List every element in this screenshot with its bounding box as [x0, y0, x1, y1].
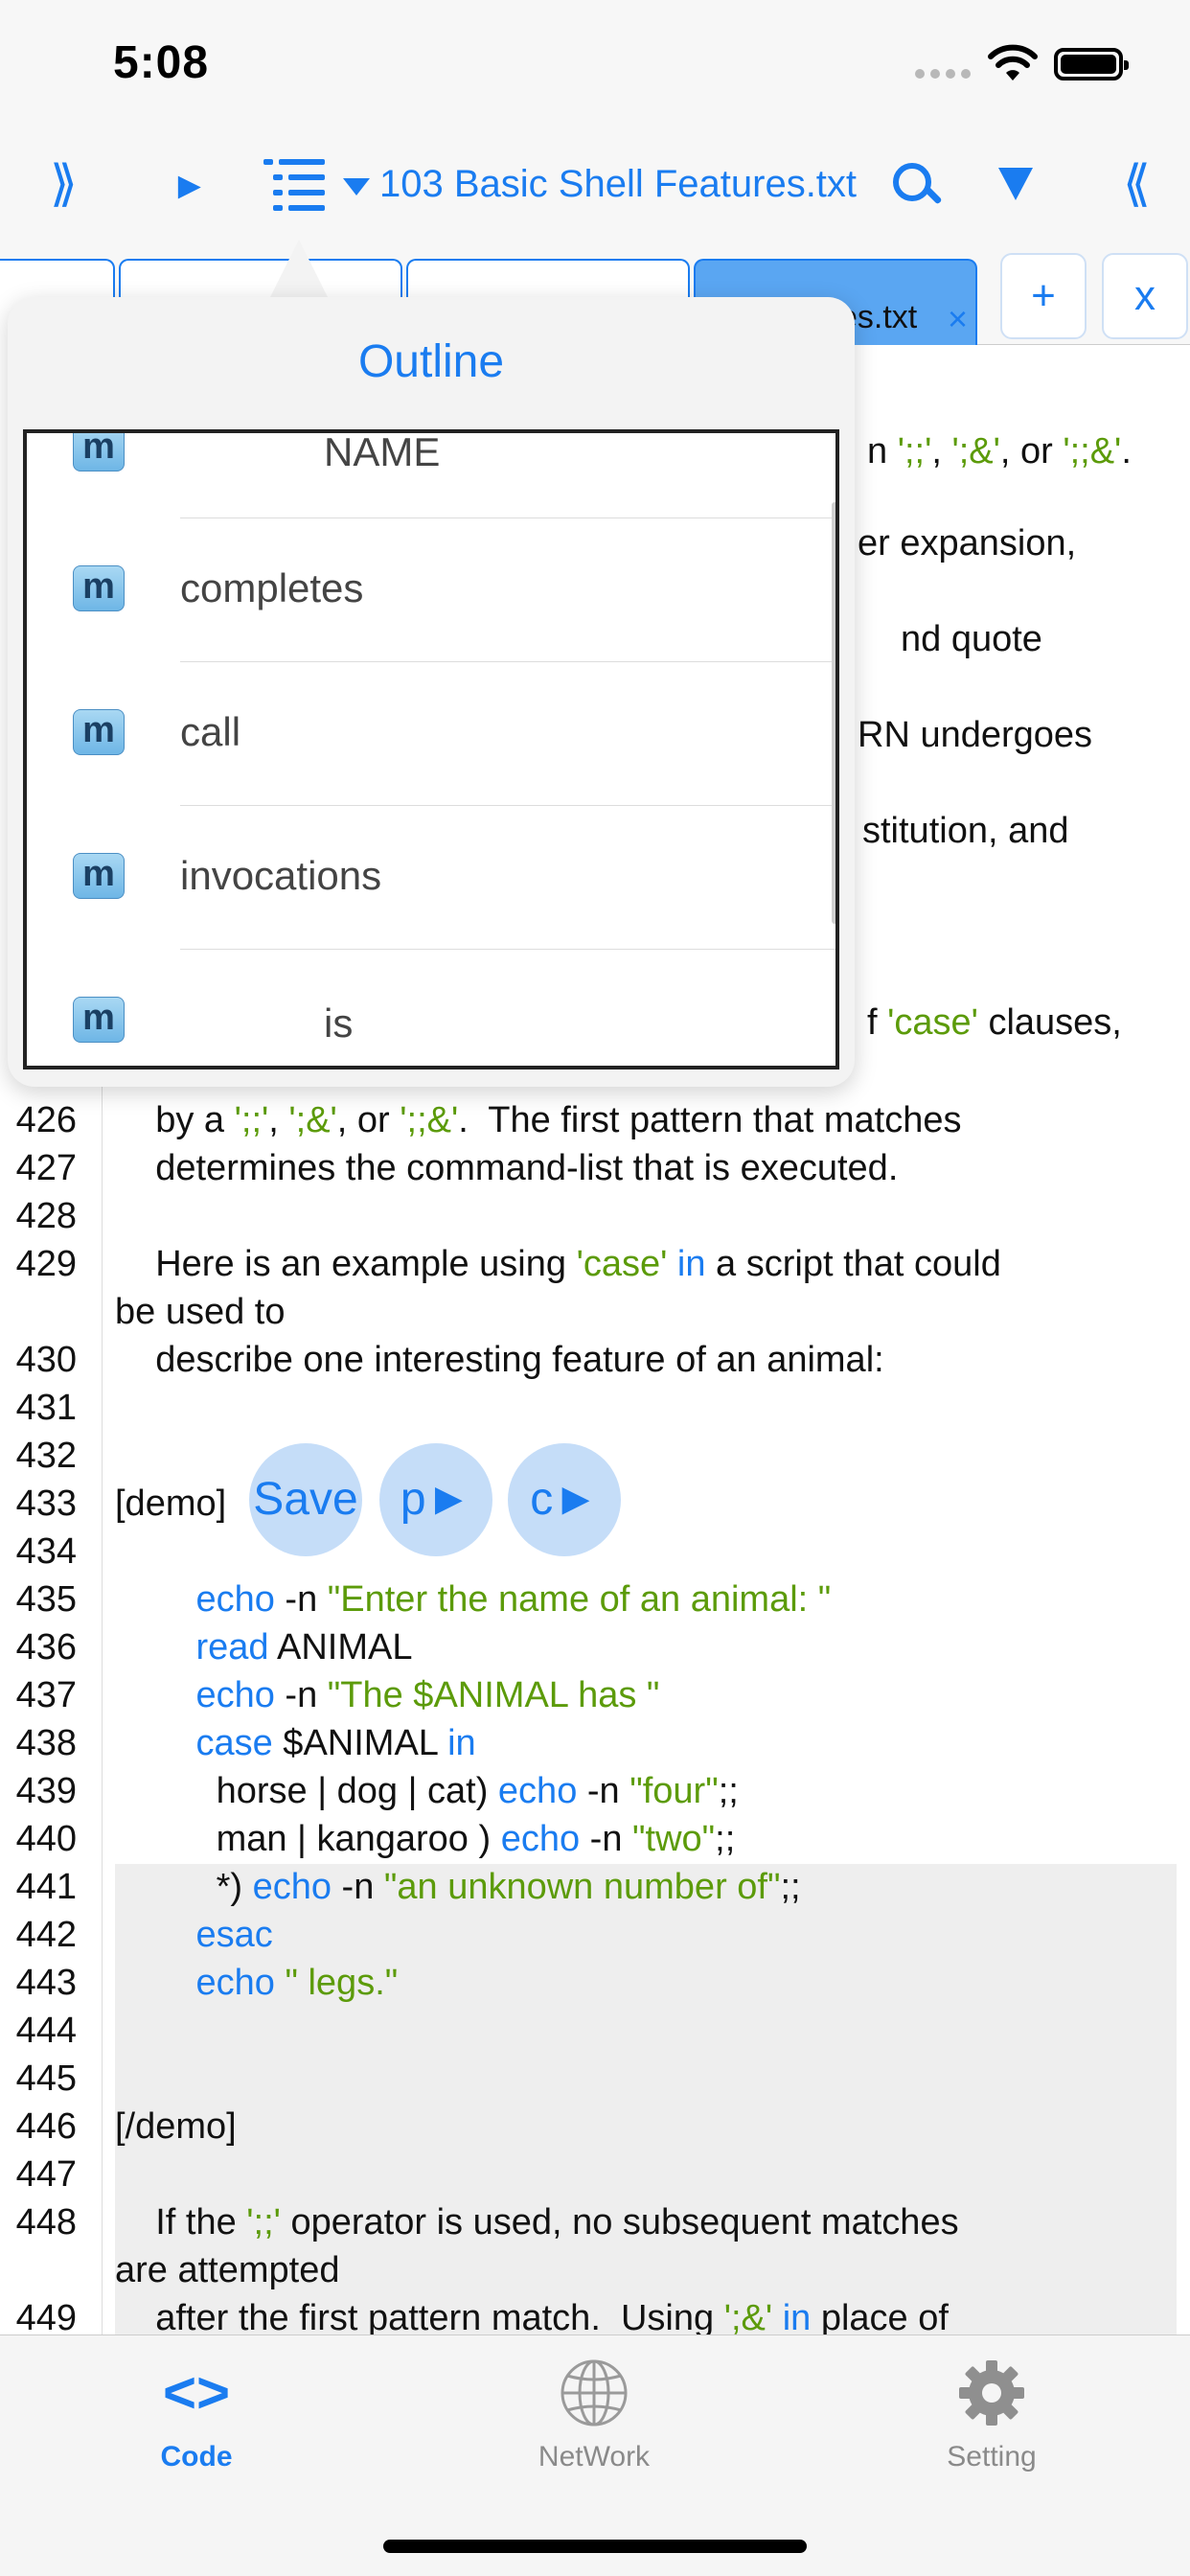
- line-number: 438: [15, 1723, 77, 1763]
- outline-item-label: completes: [180, 565, 364, 610]
- preview-demo-button[interactable]: p►: [379, 1443, 492, 1556]
- line-number: 444: [15, 2011, 77, 2051]
- file-title-button[interactable]: 103 Basic Shell Features.txt: [347, 163, 857, 206]
- code-line: case $ANIMAL in: [195, 1723, 476, 1763]
- code-line: Here is an example using 'case' in a scr…: [115, 1244, 1001, 1284]
- line-number: 434: [15, 1531, 77, 1572]
- outline-item-label: is: [324, 1000, 354, 1046]
- code-line-fragment: n ';;', ';&', or ';;&'.: [867, 431, 1132, 472]
- line-number: 430: [15, 1340, 77, 1380]
- globe-icon: [561, 2359, 628, 2426]
- code-line-fragment: stitution, and: [862, 811, 1069, 851]
- code-line: If the ';;' operator is used, no subsequ…: [115, 2202, 959, 2242]
- outline-item-label: call: [180, 709, 241, 754]
- code-line: [demo]: [115, 1484, 227, 1524]
- code-line: are attempted: [115, 2250, 340, 2290]
- outline-item[interactable]: m completes: [27, 518, 835, 661]
- line-number: 445: [15, 2058, 77, 2099]
- line-number: 431: [15, 1388, 77, 1428]
- tab-code-label: Code: [160, 2441, 233, 2472]
- line-number: 447: [15, 2154, 77, 2195]
- code-line: horse | dog | cat) echo -n "four";;: [115, 1771, 739, 1811]
- next-file-icon[interactable]: ⟪: [1123, 159, 1151, 209]
- outline-icon[interactable]: [263, 157, 325, 211]
- line-number: 436: [15, 1627, 77, 1668]
- menu-down-icon[interactable]: [998, 168, 1033, 200]
- code-icon: <>: [162, 2360, 231, 2425]
- outline-item[interactable]: m is: [27, 949, 835, 1066]
- line-number: 442: [15, 1915, 77, 1955]
- outline-title: Outline: [357, 336, 505, 387]
- line-number: 437: [15, 1675, 77, 1715]
- code-line: be used to: [115, 1292, 286, 1332]
- prev-file-icon[interactable]: ⟫: [50, 159, 78, 209]
- outline-item[interactable]: m NAME: [27, 429, 835, 519]
- run-icon[interactable]: ►: [171, 167, 209, 205]
- outline-list[interactable]: m NAME m completes m call m invocations …: [23, 429, 839, 1070]
- line-number: 432: [15, 1436, 77, 1476]
- line-number: 443: [15, 1963, 77, 2003]
- code-line: echo -n "The $ANIMAL has ": [195, 1675, 660, 1715]
- method-icon: m: [73, 997, 125, 1043]
- code-line: *) echo -n "an unknown number of";;: [115, 1867, 801, 1907]
- search-icon[interactable]: [891, 161, 939, 209]
- line-number: 439: [15, 1771, 77, 1811]
- line-number: 435: [15, 1579, 77, 1620]
- wifi-icon: [988, 44, 1038, 80]
- add-tab-button[interactable]: +: [1000, 253, 1087, 339]
- outline-item[interactable]: m call: [27, 661, 835, 805]
- gear-icon: [959, 2360, 1024, 2426]
- code-line: after the first pattern match. Using ';&…: [115, 2298, 949, 2338]
- tab-setting[interactable]: Setting: [877, 2355, 1107, 2498]
- popover-arrow: [270, 240, 328, 297]
- tab-setting-label: Setting: [947, 2441, 1037, 2472]
- line-number: 427: [15, 1148, 77, 1188]
- code-line: man | kangaroo ) echo -n "two";;: [115, 1819, 736, 1859]
- code-line-fragment: f 'case' clauses,: [867, 1002, 1122, 1043]
- method-icon: m: [73, 565, 125, 611]
- line-number: 433: [15, 1484, 77, 1524]
- line-number: 428: [15, 1196, 77, 1236]
- outline-item-label: NAME: [324, 429, 441, 474]
- line-number: 448: [15, 2202, 77, 2242]
- battery-icon: [1054, 48, 1129, 80]
- outline-item-label: invocations: [180, 853, 382, 898]
- outline-popover: Outline m NAME m completes m call m invo…: [8, 297, 855, 1087]
- code-line-fragment: nd quote: [901, 619, 1042, 659]
- tab-close-icon[interactable]: ×: [948, 299, 968, 339]
- tab-network-label: NetWork: [538, 2441, 651, 2472]
- line-number: 426: [15, 1100, 77, 1140]
- line-number: 449: [15, 2298, 77, 2338]
- line-number: 440: [15, 1819, 77, 1859]
- code-line: determines the command-list that is exec…: [115, 1148, 899, 1188]
- line-number: 441: [15, 1867, 77, 1907]
- code-line: describe one interesting feature of an a…: [115, 1340, 884, 1380]
- editor-toolbar: ⟫ ► 103 Basic Shell Features.txt ⟪: [0, 125, 1190, 249]
- code-line: echo " legs.": [195, 1963, 399, 2003]
- line-number: 446: [15, 2106, 77, 2147]
- code-line: read ANIMAL: [195, 1627, 413, 1668]
- outline-item[interactable]: m invocations: [27, 805, 835, 949]
- code-line: [/demo]: [115, 2106, 237, 2147]
- code-line: by a ';;', ';&', or ';;&'. The first pat…: [115, 1100, 962, 1140]
- home-indicator: [383, 2540, 807, 2553]
- method-icon: m: [73, 433, 125, 472]
- code-line: esac: [195, 1915, 273, 1955]
- method-icon: m: [73, 709, 125, 755]
- cellular-signal-icon: [915, 69, 971, 79]
- line-number: 429: [15, 1244, 77, 1284]
- copy-demo-button[interactable]: c►: [508, 1443, 621, 1556]
- method-icon: m: [73, 853, 125, 899]
- tab-code[interactable]: <> Code: [81, 2355, 311, 2498]
- save-demo-button[interactable]: Save: [249, 1443, 362, 1556]
- outline-scrollbar[interactable]: [832, 502, 835, 924]
- code-line: echo -n "Enter the name of an animal: ": [195, 1579, 832, 1620]
- tab-network[interactable]: NetWork: [479, 2355, 709, 2498]
- code-line-fragment: RN undergoes: [858, 715, 1093, 755]
- code-line-fragment: er expansion,: [858, 523, 1077, 564]
- close-all-tabs-button[interactable]: x: [1102, 253, 1188, 339]
- status-time: 5:08: [113, 37, 210, 88]
- status-bar: 5:08: [0, 0, 1190, 125]
